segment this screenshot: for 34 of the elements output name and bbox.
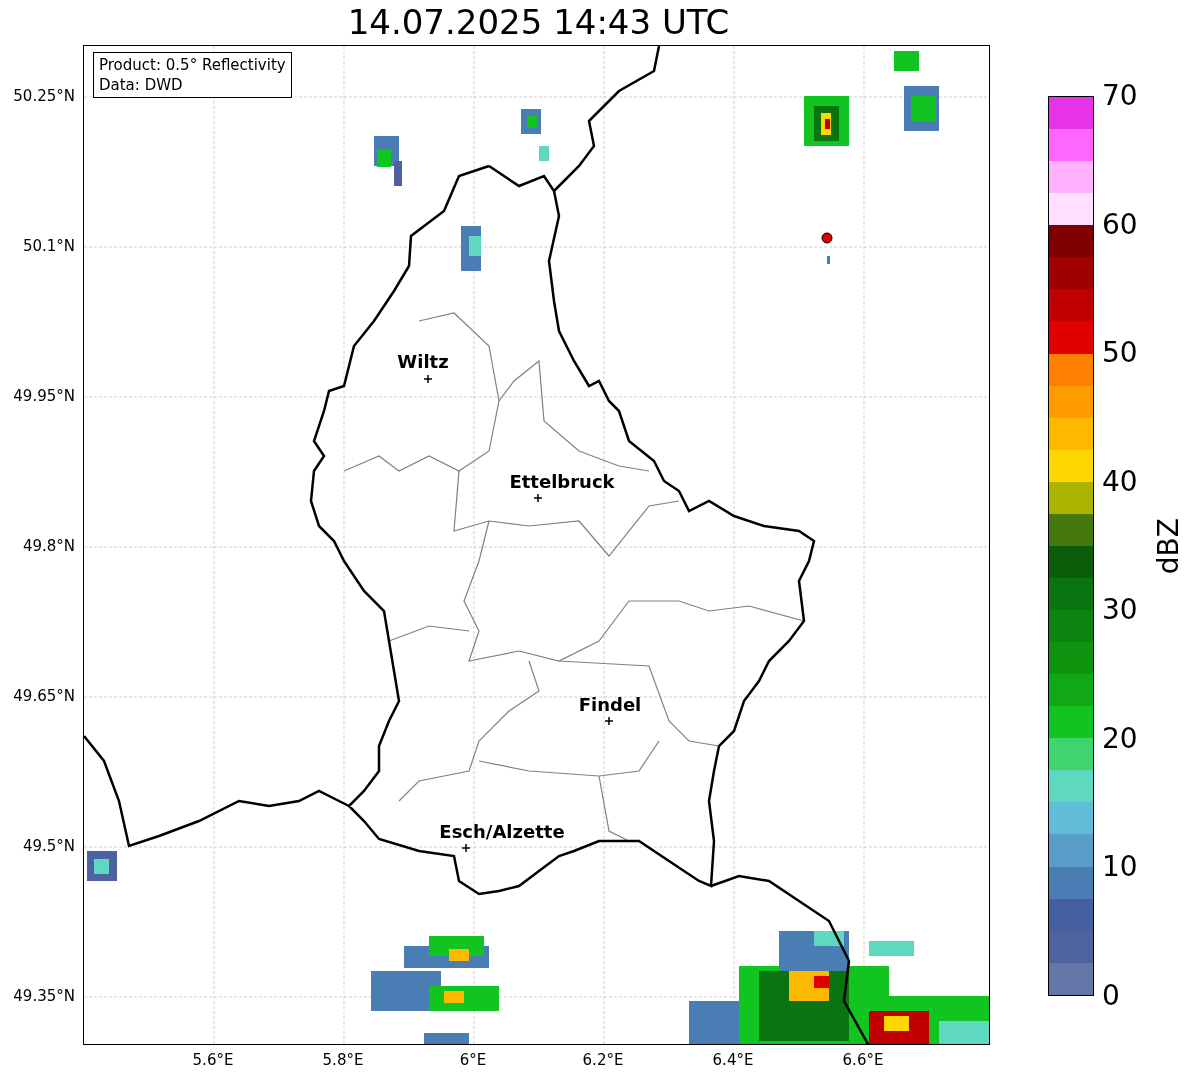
latitude-label: 49.35°N [13, 987, 75, 1005]
longitude-label: 5.8°E [322, 1051, 364, 1069]
longitude-label: 6°E [459, 1051, 487, 1069]
city-marker [461, 843, 471, 853]
city-label: Findel [578, 695, 642, 715]
city-marker [423, 374, 433, 384]
latitude-label: 49.95°N [13, 387, 75, 405]
city-label: Wiltz [397, 352, 449, 372]
city-label: Ettelbruck [509, 472, 615, 492]
colorbar-tick-label: 50 [1102, 338, 1138, 369]
latitude-label: 49.8°N [22, 537, 75, 555]
colorbar-tick-label: 0 [1102, 981, 1120, 1011]
longitude-label: 5.6°E [192, 1051, 234, 1069]
colorbar-tick-label: 60 [1102, 209, 1138, 240]
colorbar-tick-label: 20 [1102, 723, 1138, 754]
colorbar-tick-label: 70 [1102, 81, 1138, 111]
latitude-label: 50.1°N [22, 237, 75, 255]
latitude-label: 50.25°N [13, 87, 75, 105]
location-marker [821, 232, 833, 244]
colorbar-tick-label: 30 [1102, 595, 1138, 626]
info-text: Product: 0.5° Reflectivity [99, 55, 286, 75]
colorbar-tick-label: 40 [1102, 466, 1138, 497]
city-marker [604, 716, 614, 726]
colorbar-axis-label: dBZ [1154, 517, 1184, 575]
info-text: Data: DWD [99, 75, 184, 95]
colorbar-tick-label: 10 [1102, 852, 1138, 883]
longitude-label: 6.2°E [582, 1051, 624, 1069]
city-label: Esch/Alzette [439, 822, 565, 842]
latitude-label: 49.5°N [22, 837, 75, 855]
longitude-label: 6.4°E [712, 1051, 754, 1069]
latitude-label: 49.65°N [13, 687, 75, 705]
city-marker [533, 493, 543, 503]
longitude-label: 6.6°E [842, 1051, 884, 1069]
chart-title: 14.07.2025 14:43 UTC [347, 1, 730, 44]
